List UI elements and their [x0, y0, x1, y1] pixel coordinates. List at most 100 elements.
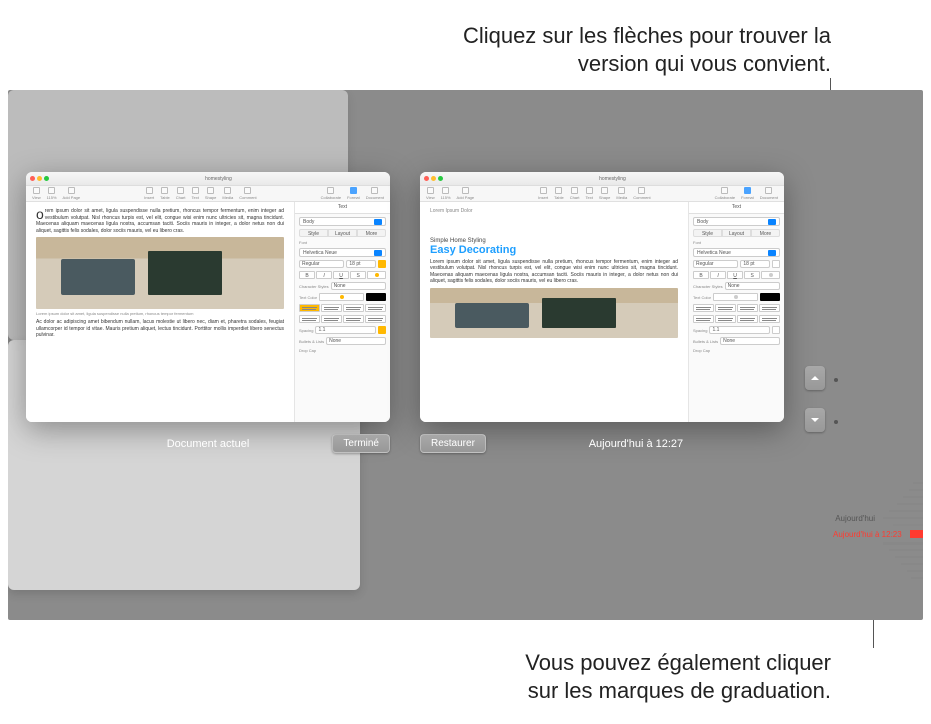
toolbar-text-button[interactable]: Text [189, 187, 200, 200]
spacing-field[interactable]: 1.1 [709, 326, 770, 334]
seg-style[interactable]: Style [299, 229, 328, 237]
rtl-button[interactable] [759, 315, 780, 323]
minimize-icon[interactable] [37, 176, 42, 181]
timeline-tick-today[interactable]: Aujourd'hui [833, 515, 923, 521]
align-center-button[interactable] [715, 304, 736, 312]
toolbar-format-button[interactable]: Format [739, 187, 756, 200]
toolbar-view-button[interactable]: View [424, 187, 437, 200]
indent-button[interactable] [321, 315, 342, 323]
indent-button[interactable] [715, 315, 736, 323]
align-right-button[interactable] [737, 304, 758, 312]
toolbar-comment-button[interactable]: Comment [631, 187, 652, 200]
paragraph-style-select[interactable]: Body [693, 217, 780, 226]
toolbar-chart-button[interactable]: Chart [568, 187, 582, 200]
font-size-stepper[interactable] [378, 260, 386, 268]
toolbar-table-button[interactable]: Table [158, 187, 172, 200]
close-icon[interactable] [424, 176, 429, 181]
seg-layout[interactable]: Layout [722, 229, 751, 237]
document-page[interactable]: Lorem Ipsum Dolor Simple Home Styling Ea… [420, 202, 688, 422]
align-justify-button[interactable] [365, 304, 386, 312]
underline-button[interactable]: U [333, 271, 349, 279]
font-family-select[interactable]: Helvetica Neue [299, 248, 386, 257]
bullets-select[interactable]: None [326, 337, 386, 345]
previous-version-button[interactable] [805, 366, 825, 390]
timeline-tick[interactable] [833, 480, 923, 486]
align-justify-button[interactable] [759, 304, 780, 312]
done-button[interactable]: Terminé [332, 434, 390, 453]
seg-style[interactable]: Style [693, 229, 722, 237]
char-styles-select[interactable]: None [331, 282, 386, 290]
text-style-options-button[interactable] [367, 271, 386, 279]
timeline-tick[interactable] [833, 487, 923, 493]
inspector-tab-text[interactable]: Text [689, 202, 784, 213]
timeline-tick[interactable] [833, 540, 923, 546]
timeline-tick[interactable] [833, 568, 923, 574]
document-page[interactable]: orem ipsum dolor sit amet, ligula suspen… [26, 202, 294, 422]
ltr-button[interactable] [343, 315, 364, 323]
font-size-field[interactable]: 18 pt [346, 260, 376, 268]
timeline-tick[interactable] [833, 547, 923, 553]
outdent-button[interactable] [299, 315, 320, 323]
font-family-select[interactable]: Helvetica Neue [693, 248, 780, 257]
toolbar-text-button[interactable]: Text [583, 187, 594, 200]
timeline-tick[interactable] [833, 522, 923, 528]
spacing-field[interactable]: 1.1 [315, 326, 376, 334]
outdent-button[interactable] [693, 315, 714, 323]
text-color-swatch[interactable] [760, 293, 780, 301]
restore-button[interactable]: Restaurer [420, 434, 486, 453]
toolbar-insert-button[interactable]: Insert [536, 187, 550, 200]
toolbar-comment-button[interactable]: Comment [237, 187, 258, 200]
toolbar-shape-button[interactable]: Shape [203, 187, 219, 200]
next-version-button[interactable] [805, 408, 825, 432]
timeline-tick[interactable] [833, 561, 923, 567]
timeline-tick[interactable] [833, 501, 923, 507]
toolbar-insert-button[interactable]: Insert [142, 187, 156, 200]
paragraph-style-select[interactable]: Body [299, 217, 386, 226]
seg-more[interactable]: More [357, 229, 386, 237]
text-color-well-button[interactable] [319, 293, 364, 301]
timeline-tick[interactable] [833, 554, 923, 560]
underline-button[interactable]: U [727, 271, 743, 279]
align-right-button[interactable] [343, 304, 364, 312]
font-style-select[interactable]: Regular [299, 260, 344, 268]
zoom-icon[interactable] [438, 176, 443, 181]
toolbar-view-button[interactable]: View [30, 187, 43, 200]
timeline-tick[interactable] [833, 575, 923, 581]
minimize-icon[interactable] [431, 176, 436, 181]
close-icon[interactable] [30, 176, 35, 181]
zoom-icon[interactable] [44, 176, 49, 181]
bold-button[interactable]: B [299, 271, 315, 279]
italic-button[interactable]: I [710, 271, 726, 279]
toolbar-document-button[interactable]: Document [758, 187, 780, 200]
font-style-select[interactable]: Regular [693, 260, 738, 268]
align-left-button[interactable] [693, 304, 714, 312]
strike-button[interactable]: S [350, 271, 366, 279]
toolbar-addpage-button[interactable]: Add Page [455, 187, 477, 200]
toolbar-collaborate-button[interactable]: Collaborate [713, 187, 737, 200]
align-left-button[interactable] [299, 304, 320, 312]
toolbar-collaborate-button[interactable]: Collaborate [319, 187, 343, 200]
toolbar-document-button[interactable]: Document [364, 187, 386, 200]
ltr-button[interactable] [737, 315, 758, 323]
toolbar-media-button[interactable]: Media [220, 187, 235, 200]
spacing-stepper[interactable] [772, 326, 780, 334]
toolbar-addpage-button[interactable]: Add Page [61, 187, 83, 200]
inspector-segmented[interactable]: Style Layout More [693, 229, 780, 237]
toolbar-chart-button[interactable]: Chart [174, 187, 188, 200]
italic-button[interactable]: I [316, 271, 332, 279]
bullets-select[interactable]: None [720, 337, 780, 345]
toolbar-shape-button[interactable]: Shape [597, 187, 613, 200]
bold-button[interactable]: B [693, 271, 709, 279]
inspector-segmented[interactable]: Style Layout More [299, 229, 386, 237]
seg-more[interactable]: More [751, 229, 780, 237]
font-size-field[interactable]: 18 pt [740, 260, 770, 268]
toolbar-table-button[interactable]: Table [552, 187, 566, 200]
timeline-tick-selected[interactable]: Aujourd'hui à 12:23 [833, 529, 923, 539]
toolbar-zoom-button[interactable]: 115% [45, 187, 59, 200]
strike-button[interactable]: S [744, 271, 760, 279]
toolbar-media-button[interactable]: Media [614, 187, 629, 200]
rtl-button[interactable] [365, 315, 386, 323]
char-styles-select[interactable]: None [725, 282, 780, 290]
seg-layout[interactable]: Layout [328, 229, 357, 237]
text-color-well-button[interactable] [713, 293, 758, 301]
